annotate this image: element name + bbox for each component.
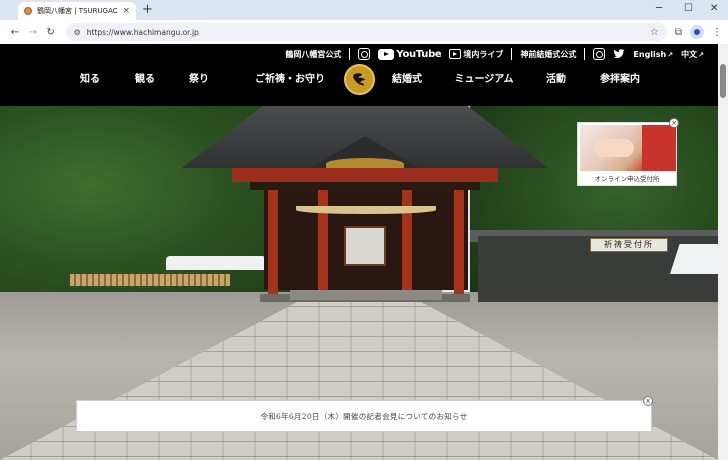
back-button[interactable]: ← bbox=[6, 27, 24, 38]
nav-item-activities[interactable]: 活動 bbox=[546, 72, 566, 88]
english-label: English bbox=[633, 49, 667, 59]
tab-close-icon[interactable]: × bbox=[122, 6, 130, 16]
nav-item-visit-guide[interactable]: 参拝案内 bbox=[600, 72, 640, 88]
shrine-doors bbox=[344, 226, 386, 266]
reload-button[interactable]: ↻ bbox=[42, 27, 60, 38]
address-bar[interactable]: ⚙ https://www.hachimangu.or.jp ☆ bbox=[65, 23, 667, 41]
wedding-official-link[interactable]: 神前結婚式公式 bbox=[520, 49, 576, 60]
press-notice-banner[interactable]: 令和6年6月20日（木）開催の記者会見についてのお知らせ bbox=[76, 400, 652, 432]
twitter-icon[interactable] bbox=[613, 49, 625, 59]
tab-title: 鶴岡八幡宮 | TSURUGAOKAHACHIMANGU bbox=[37, 7, 118, 15]
instagram-icon[interactable] bbox=[358, 48, 371, 60]
divider bbox=[584, 48, 586, 60]
url-text[interactable]: https://www.hachimangu.or.jp bbox=[87, 28, 644, 37]
favicon-icon bbox=[24, 7, 32, 15]
promo-hands bbox=[594, 139, 634, 157]
divider bbox=[349, 48, 351, 60]
promo-close-icon[interactable]: × bbox=[669, 118, 679, 128]
nav-item-wedding[interactable]: 結婚式 bbox=[392, 72, 422, 88]
instagram-icon[interactable] bbox=[593, 48, 606, 60]
new-tab-button[interactable]: + bbox=[142, 2, 153, 18]
official-link[interactable]: 鶴岡八幡宮公式 bbox=[285, 49, 341, 60]
crest-icon[interactable] bbox=[344, 64, 375, 95]
dove-crest-icon bbox=[352, 72, 365, 85]
prayer-office-sign: 祈祷受付所 bbox=[590, 238, 668, 252]
live-label: 境内ライブ bbox=[463, 49, 504, 59]
bookmark-star-icon[interactable]: ☆ bbox=[650, 27, 659, 38]
notice-close-icon[interactable]: × bbox=[643, 396, 653, 406]
nav-item-prayer-amulets[interactable]: ご祈祷・お守り bbox=[255, 72, 325, 88]
utility-links: 鶴岡八幡宮公式 YouTube 境内ライブ 神前結婚式公式 English↗ 中… bbox=[285, 48, 704, 60]
maximize-button[interactable]: ☐ bbox=[684, 2, 693, 16]
promo-photo bbox=[580, 125, 676, 171]
forward-button[interactable]: → bbox=[24, 27, 42, 38]
browser-toolbar: ← → ↻ ⚙ https://www.hachimangu.or.jp ☆ ⧉… bbox=[0, 20, 728, 44]
shrine-pillar bbox=[454, 190, 464, 296]
external-link-icon: ↗ bbox=[667, 50, 674, 59]
scrollbar-thumb[interactable] bbox=[720, 64, 726, 98]
online-application-banner[interactable]: オンライン申込受付所 bbox=[577, 122, 677, 186]
youtube-label: YouTube bbox=[396, 48, 442, 60]
shrine-beam bbox=[250, 182, 480, 190]
scrollbar[interactable] bbox=[718, 44, 728, 460]
promo-label: オンライン申込受付所 bbox=[594, 175, 660, 183]
profile-avatar[interactable] bbox=[690, 25, 705, 39]
browser-tab[interactable]: 鶴岡八幡宮 | TSURUGAOKAHACHIMANGU × bbox=[18, 2, 136, 20]
site-header: 鶴岡八幡宮公式 YouTube 境内ライブ 神前結婚式公式 English↗ 中… bbox=[0, 44, 718, 106]
chinese-link[interactable]: 中文↗ bbox=[681, 49, 704, 60]
site-info-icon[interactable]: ⚙ bbox=[74, 28, 81, 37]
shrine-beam bbox=[232, 168, 498, 182]
window-close-button[interactable]: ✕ bbox=[710, 2, 718, 16]
youtube-link[interactable]: YouTube bbox=[378, 48, 442, 60]
shrine-pillar bbox=[268, 190, 278, 296]
divider bbox=[511, 48, 513, 60]
nav-item-miru[interactable]: 観る bbox=[135, 72, 155, 88]
browser-menu-icon[interactable]: ⋮ bbox=[712, 27, 722, 38]
english-link[interactable]: English↗ bbox=[633, 50, 673, 59]
page-viewport: 鶴岡八幡宮公式 YouTube 境内ライブ 神前結婚式公式 English↗ 中… bbox=[0, 44, 718, 460]
tent bbox=[166, 256, 266, 270]
shimenawa-rope bbox=[296, 206, 436, 214]
minimize-button[interactable]: ─ bbox=[656, 2, 662, 16]
chinese-label: 中文 bbox=[681, 49, 698, 59]
nav-item-shiru[interactable]: 知る bbox=[80, 72, 100, 88]
shrine-steps bbox=[290, 290, 442, 300]
promo-red-robe bbox=[642, 125, 676, 171]
live-link[interactable]: 境内ライブ bbox=[449, 49, 503, 60]
browser-tab-strip: 鶴岡八幡宮 | TSURUGAOKAHACHIMANGU × + ─ ☐ ✕ bbox=[0, 0, 728, 20]
wooden-fence bbox=[70, 274, 230, 286]
notice-text: 令和6年6月20日（木）開催の記者会見についてのお知らせ bbox=[260, 411, 468, 421]
external-link-icon: ↗ bbox=[698, 50, 704, 59]
extensions-icon[interactable]: ⧉ bbox=[675, 27, 682, 38]
nav-item-museum[interactable]: ミュージアム bbox=[454, 72, 513, 88]
live-camera-icon bbox=[449, 49, 462, 59]
nav-item-matsuri[interactable]: 祭り bbox=[189, 72, 209, 88]
youtube-icon bbox=[378, 48, 395, 60]
